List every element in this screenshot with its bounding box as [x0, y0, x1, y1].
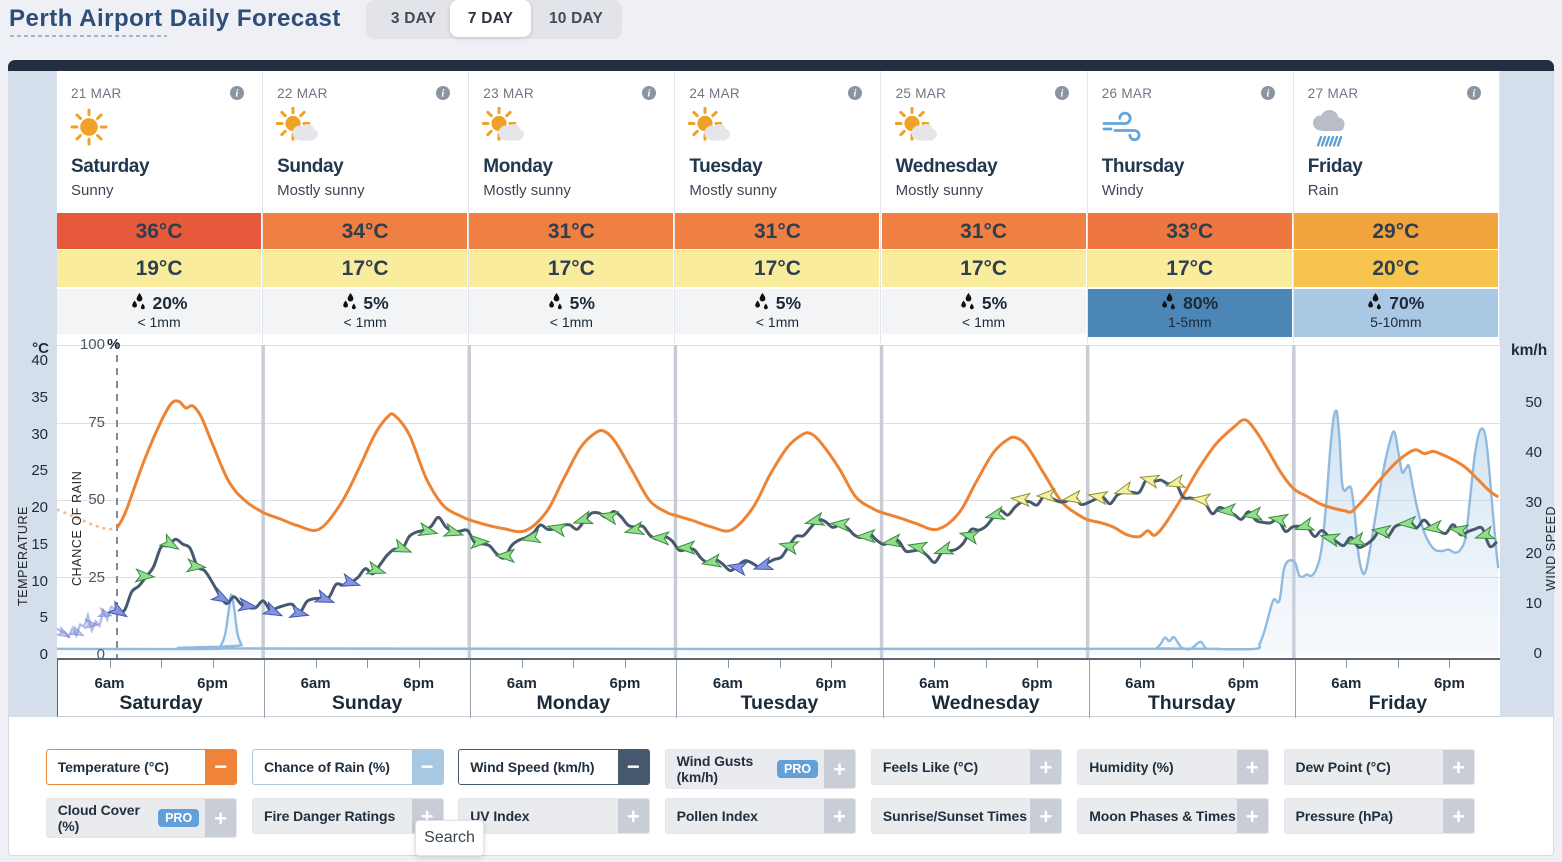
svg-text:i: i: [854, 89, 857, 100]
svg-text:i: i: [1266, 89, 1269, 100]
svg-text:i: i: [1060, 89, 1063, 100]
svg-text:i: i: [648, 89, 651, 100]
svg-text:i: i: [236, 89, 239, 100]
svg-text:i: i: [442, 89, 445, 100]
svg-text:i: i: [1472, 89, 1475, 100]
